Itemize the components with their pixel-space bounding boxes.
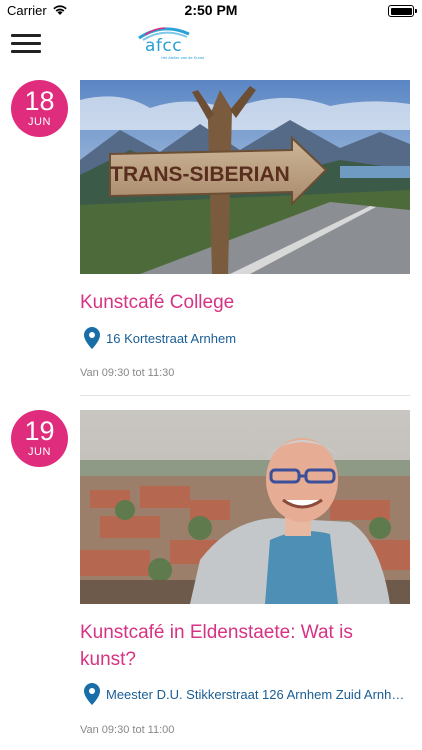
date-day: 18 xyxy=(24,86,55,116)
event-location[interactable]: Meester D.U. Stikkerstraat 126 Arnhem Zu… xyxy=(80,683,410,707)
afcc-logo: afcc Het Atelier van de Kunst xyxy=(135,24,204,64)
date-month: JUN xyxy=(28,446,51,458)
logo-text: afcc xyxy=(145,36,183,56)
event-time: Van 09:30 tot 11:30 xyxy=(80,367,175,379)
status-bar: Carrier 2:50 PM xyxy=(0,0,422,22)
date-month: JUN xyxy=(28,116,51,128)
event-location[interactable]: 16 Kortestraat Arnhem xyxy=(80,327,410,351)
event-title[interactable]: Kunstcafé in Eldenstaete: Wat is kunst? xyxy=(80,619,400,673)
event-title[interactable]: Kunstcafé College xyxy=(80,289,400,316)
divider xyxy=(80,395,410,396)
event-image[interactable] xyxy=(80,410,410,604)
nav-bar: afcc Het Atelier van de Kunst xyxy=(0,22,422,68)
location-text: Meester D.U. Stikkerstraat 126 Arnhem Zu… xyxy=(106,687,406,702)
location-pin-icon xyxy=(84,683,100,705)
sign-text: TRANS-SIBERIAN xyxy=(110,163,290,186)
location-text: 16 Kortestraat Arnhem xyxy=(106,331,237,346)
hamburger-menu-icon[interactable] xyxy=(11,32,41,56)
location-pin-icon xyxy=(84,327,100,349)
date-badge: 18 JUN xyxy=(11,80,68,137)
date-badge: 19 JUN xyxy=(11,410,68,467)
status-time: 2:50 PM xyxy=(184,2,238,18)
logo-subtext: Het Atelier van de Kunst xyxy=(161,55,204,60)
event-image[interactable]: TRANS-SIBERIAN xyxy=(80,80,410,274)
date-day: 19 xyxy=(24,416,55,446)
battery-icon xyxy=(388,5,417,17)
event-time: Van 09:30 tot 11:00 xyxy=(80,724,175,736)
